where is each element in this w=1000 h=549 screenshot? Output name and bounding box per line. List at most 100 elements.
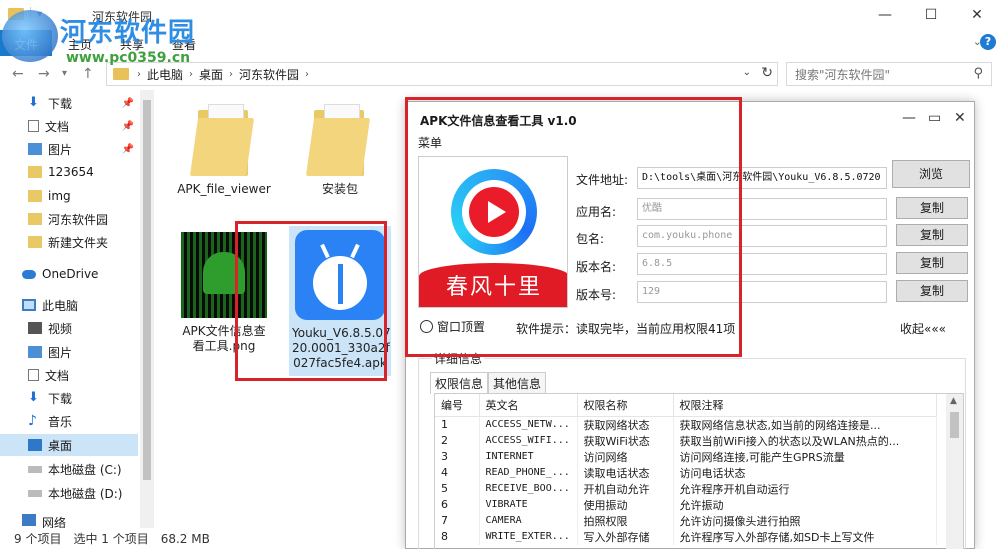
app-name-field[interactable]: 优酷 (637, 198, 887, 220)
sidebar-item-label: OneDrive (42, 267, 99, 281)
maximize-button[interactable]: ☐ (908, 0, 954, 30)
up-arrow-icon[interactable]: ↑ (82, 66, 94, 82)
status-tip: 软件提示：读取完毕，当前应用权限41项 (516, 322, 736, 336)
picture-icon (28, 143, 42, 155)
table-row[interactable]: 1 ACCESS_NETW... 获取网络状态 获取网络信息状态,如当前的网络连接是.… (435, 416, 937, 433)
column-header-index[interactable]: 编号 (435, 394, 480, 417)
menu-button[interactable]: 菜单 (418, 134, 442, 151)
radio-button[interactable] (420, 320, 433, 333)
youku-logo-icon (451, 169, 537, 255)
refresh-icon[interactable]: ↻ (761, 65, 773, 81)
tab-permissions[interactable]: 权限信息 (430, 372, 489, 394)
sidebar-item-documents-2[interactable]: 文档 (28, 364, 154, 386)
version-name-field[interactable]: 6.8.5 (637, 253, 887, 275)
collapse-link[interactable]: 收起««« (900, 320, 946, 337)
column-header-permission-name[interactable]: 权限名称 (577, 394, 674, 417)
sidebar-item-img[interactable]: img (28, 185, 154, 207)
breadcrumb-this-pc[interactable]: 此电脑 (147, 66, 183, 83)
sidebar-item-downloads[interactable]: ⬇ 下载 📌 (28, 92, 154, 114)
maximize-button[interactable]: ▭ (928, 110, 941, 126)
sidebar-item-drive-d[interactable]: 本地磁盘 (D:) (28, 482, 154, 504)
path-field[interactable]: D:\tools\桌面\河东软件园\Youku_V6.8.5.0720 (637, 167, 887, 189)
package-field[interactable]: com.youku.phone (637, 225, 887, 247)
sidebar-scrollbar[interactable] (140, 90, 154, 528)
sidebar-item-videos[interactable]: 视频 (28, 317, 154, 339)
cell-index: 4 (435, 464, 480, 481)
pin-icon[interactable]: 📌 (122, 98, 134, 109)
table-scrollbar[interactable]: ▲ (946, 394, 963, 549)
version-name-label: 版本名: (576, 260, 617, 274)
folder-icon (28, 166, 42, 178)
copy-version-code-button[interactable]: 复制 (896, 280, 968, 302)
copy-version-name-button[interactable]: 复制 (896, 252, 968, 274)
sidebar-item-pictures[interactable]: 图片 📌 (28, 138, 154, 160)
version-code-field[interactable]: 129 (637, 281, 887, 303)
back-arrow-icon[interactable]: ← (12, 66, 24, 82)
browse-button[interactable]: 浏览 (892, 160, 970, 188)
permissions-table: 编号 英文名 权限名称 权限注释 1 ACCESS_NETW... 获取网络状态 获取… (434, 393, 964, 549)
minimize-button[interactable]: — (902, 110, 916, 126)
desktop-icon (28, 439, 42, 451)
table-row[interactable]: 7 CAMERA 拍照权限 允许访问摄像头进行拍照 (435, 512, 937, 529)
cell-english-name: ACCESS_NETW... (479, 416, 578, 433)
sidebar-item-label: 文档 (45, 119, 70, 134)
pin-on-top-toggle[interactable]: 窗口顶置 (420, 318, 485, 335)
sidebar-item-drive-c[interactable]: 本地磁盘 (C:) (28, 458, 154, 480)
search-input[interactable]: 搜索"河东软件园" ⚲ (786, 62, 992, 86)
table-row[interactable]: 5 RECEIVE_BOO... 开机自动允许 允许程序开机自动运行 (435, 480, 937, 497)
table-row[interactable]: 2 ACCESS_WIFI... 获取WiFi状态 获取当前WiFi接入的状态以及WL… (435, 432, 937, 449)
table-row[interactable]: 6 VIBRATE 使用振动 允许振动 (435, 496, 937, 513)
copy-package-button[interactable]: 复制 (896, 224, 968, 246)
cell-index: 8 (435, 528, 480, 545)
column-header-permission-note[interactable]: 权限注释 (673, 394, 937, 417)
close-button[interactable]: ✕ (954, 110, 966, 126)
sidebar-item-label: 河东软件园 (48, 212, 109, 227)
file-item-png[interactable]: APK文件信息查 看工具.png (176, 232, 272, 354)
file-item-installer-folder[interactable]: 安装包 (292, 104, 388, 197)
pin-on-top-label: 窗口顶置 (437, 320, 486, 334)
sidebar-item-new-folder[interactable]: 新建文件夹 (28, 231, 154, 253)
breadcrumb-desktop[interactable]: 桌面 (199, 66, 223, 83)
cell-index: 1 (435, 416, 480, 433)
recent-locations-icon[interactable]: ▾ (62, 68, 67, 79)
pin-icon[interactable]: 📌 (122, 121, 134, 132)
tab-other-info[interactable]: 其他信息 (488, 372, 547, 394)
selection-count: 选中 1 个项目 (73, 532, 149, 546)
forward-arrow-icon[interactable]: → (38, 66, 50, 82)
close-button[interactable]: ✕ (954, 0, 1000, 30)
file-item-apk-file-viewer[interactable]: APK_file_viewer (176, 104, 272, 197)
sidebar-item-music[interactable]: ♪ 音乐 (28, 410, 154, 432)
folder-icon (28, 213, 42, 225)
sidebar-item-this-pc[interactable]: 此电脑 (22, 294, 148, 316)
sidebar-item-123654[interactable]: 123654 (28, 161, 154, 183)
sidebar-item-label: 图片 (48, 345, 73, 360)
minimize-button[interactable]: — (862, 0, 908, 30)
selection-size: 68.2 MB (160, 531, 210, 546)
sidebar-item-desktop[interactable]: 桌面 (0, 434, 138, 456)
column-header-english-name[interactable]: 英文名 (479, 394, 578, 417)
sidebar-item-label: 图片 (48, 142, 73, 157)
chevron-down-icon[interactable]: ⌄ (743, 67, 751, 78)
sidebar-item-onedrive[interactable]: OneDrive (22, 263, 148, 285)
pin-icon[interactable]: 📌 (122, 144, 134, 155)
scroll-up-icon[interactable]: ▲ (950, 396, 957, 406)
search-placeholder: 搜索"河东软件园" (795, 67, 891, 82)
table-row[interactable]: 3 INTERNET 访问网络 访问网络连接,可能产生GPRS流量 (435, 448, 937, 465)
network-icon (22, 514, 36, 526)
table-row[interactable]: 4 READ_PHONE_... 读取电话状态 访问电话状态 (435, 464, 937, 481)
file-name-line-3: 027fac5fe4.apk (293, 356, 387, 370)
scrollbar-thumb[interactable] (143, 100, 151, 480)
sidebar-item-hedong[interactable]: 河东软件园 (28, 208, 154, 230)
sidebar-item-pictures-2[interactable]: 图片 (28, 341, 154, 363)
sidebar-item-documents[interactable]: 文档 📌 (28, 115, 154, 137)
help-icon[interactable]: ? (980, 34, 996, 50)
scrollbar-thumb[interactable] (950, 412, 959, 438)
sidebar-item-network[interactable]: 网络 (22, 514, 148, 528)
breadcrumb-current-folder[interactable]: 河东软件园 (239, 66, 299, 83)
file-item-apk[interactable]: Youku_V6.8.5.07 20.0001_330a2f 027fac5fe… (292, 230, 391, 371)
sidebar-item-label: 本地磁盘 (C:) (48, 462, 122, 477)
sidebar-item-downloads-2[interactable]: ⬇ 下载 (28, 387, 154, 409)
table-row[interactable]: 8 WRITE_EXTER... 写入外部存储 允许程序写入外部存储,如SD卡上写文件 (435, 528, 937, 545)
copy-app-name-button[interactable]: 复制 (896, 197, 968, 219)
cell-english-name: RECEIVE_BOO... (479, 480, 578, 497)
